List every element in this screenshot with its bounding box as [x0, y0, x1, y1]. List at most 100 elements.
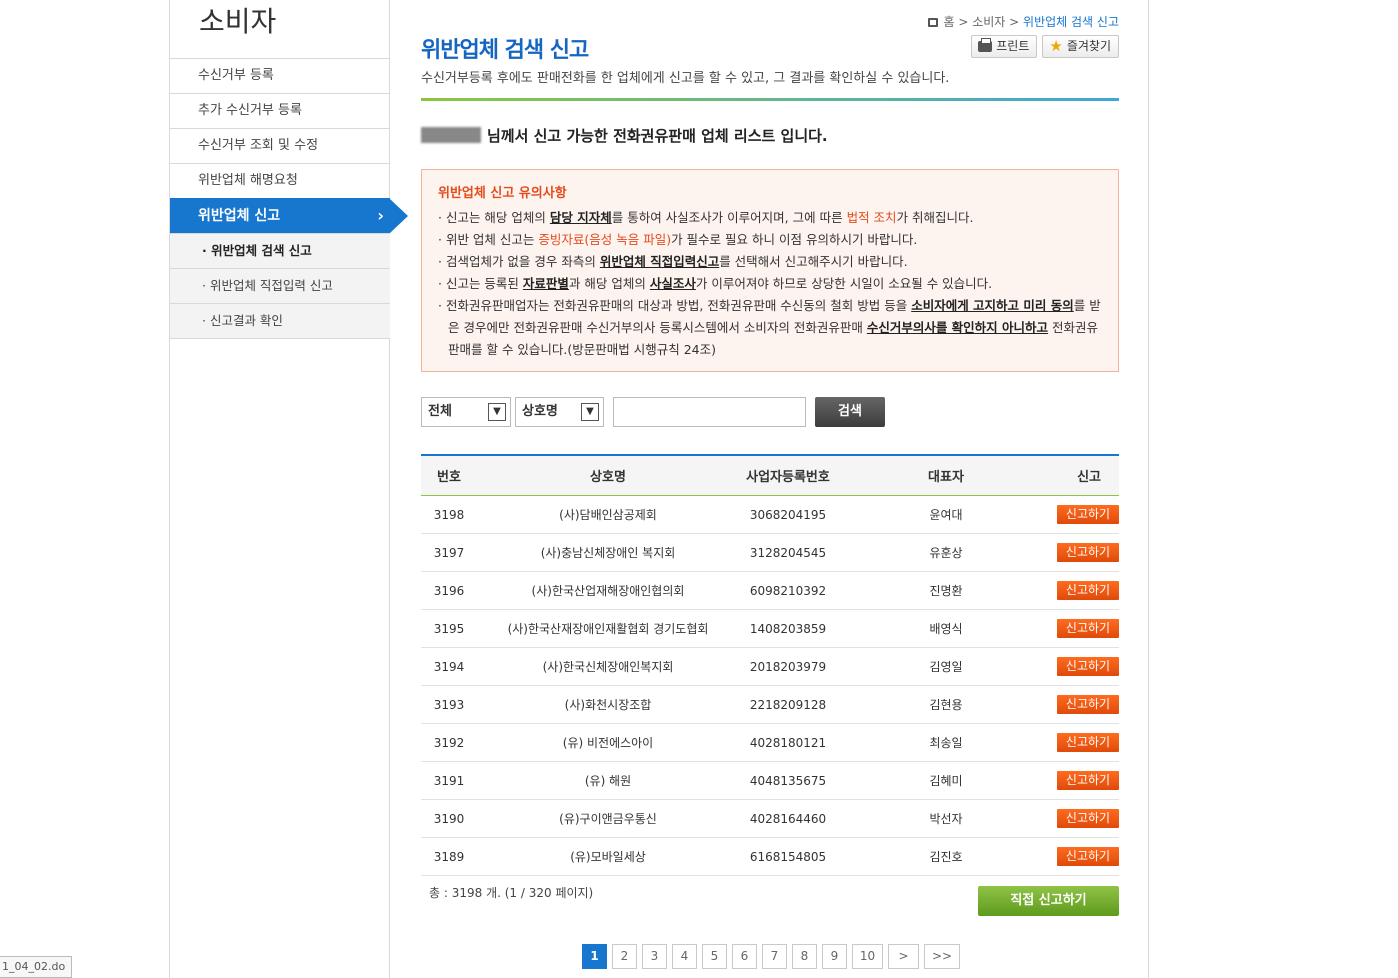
col-header-no: 번호: [437, 470, 461, 485]
report-button[interactable]: 신고하기: [1057, 543, 1119, 562]
page: 소비자 수신거부 등록 추가 수신거부 등록 수신거부 조회 및 수정 위반업체…: [0, 0, 1398, 978]
next-page-button[interactable]: >: [888, 944, 919, 969]
cell-no: 3197: [433, 545, 465, 560]
cell-name: (사)충남신체장애인 복지회: [540, 546, 676, 560]
page-link-10[interactable]: 10: [852, 944, 883, 969]
cell-action: 신고하기: [1055, 809, 1119, 828]
page-link-5[interactable]: 5: [702, 944, 727, 969]
page-link-4[interactable]: 4: [672, 944, 697, 969]
sidebar-sub-search-report[interactable]: · 위반업체 검색 신고: [170, 233, 390, 268]
cell-no: 3191: [433, 773, 465, 788]
report-button[interactable]: 신고하기: [1057, 847, 1119, 866]
last-page-button[interactable]: >>: [924, 944, 960, 969]
table-row: 3198 (사)담배인삼공제회 3068204195 윤여대 신고하기: [421, 496, 1119, 534]
page-link-9[interactable]: 9: [822, 944, 847, 969]
bookmark-label: 즐겨찾기: [1066, 39, 1111, 53]
page-link-1[interactable]: 1: [582, 944, 607, 969]
report-button[interactable]: 신고하기: [1057, 695, 1119, 714]
table-row: 3189 (유)모바일세상 6168154805 김진호 신고하기: [421, 838, 1119, 876]
cell-biz-no: 2018203979: [749, 659, 827, 674]
page-link-7[interactable]: 7: [762, 944, 787, 969]
table-row: 3193 (사)화천시장조합 2218209128 김현용 신고하기: [421, 686, 1119, 724]
caution-item: · 검색업체가 없을 경우 좌측의 위반업체 직접입력신고를 선택해서 신고해주…: [438, 254, 908, 269]
printer-icon: [978, 38, 993, 52]
cell-action: 신고하기: [1055, 771, 1119, 790]
direct-report-button[interactable]: 직접 신고하기: [978, 886, 1119, 916]
sidebar: 소비자 수신거부 등록 추가 수신거부 등록 수신거부 조회 및 수정 위반업체…: [170, 0, 408, 978]
table-row: 3197 (사)충남신체장애인 복지회 3128204545 유훈상 신고하기: [421, 534, 1119, 572]
cell-rep: 김혜미: [929, 774, 963, 788]
cell-no: 3192: [433, 735, 465, 750]
sidebar-item-explanation-request[interactable]: 위반업체 해명요청: [170, 163, 390, 198]
report-button[interactable]: 신고하기: [1057, 505, 1119, 524]
cell-biz-no: 6168154805: [749, 849, 827, 864]
divider: [170, 338, 390, 339]
scope-select[interactable]: 전체 ▼: [421, 397, 511, 427]
breadcrumb-home[interactable]: 홈: [943, 15, 954, 29]
report-button[interactable]: 신고하기: [1057, 657, 1119, 676]
home-icon[interactable]: [927, 18, 938, 27]
chevron-right-icon: ›: [377, 206, 384, 225]
cell-rep: 진명환: [929, 584, 963, 598]
page-link-3[interactable]: 3: [642, 944, 667, 969]
user-notice-text: 님께서 신고 가능한 전화권유판매 업체 리스트 입니다.: [487, 127, 828, 145]
cell-rep: 박선자: [929, 812, 963, 826]
search-input[interactable]: [613, 397, 806, 427]
cell-rep: 최송일: [929, 736, 963, 750]
scope-select-value: 전체: [428, 404, 452, 419]
field-select[interactable]: 상호명 ▼: [515, 397, 604, 427]
field-select-value: 상호명: [522, 404, 558, 419]
cell-name: (유)구이앤금우통신: [559, 812, 657, 826]
breadcrumb-level1[interactable]: 소비자: [972, 15, 1005, 29]
pagination: 1 2 3 4 5 6 7 8 9 10 > >>: [582, 944, 960, 969]
sidebar-item-refusal-register[interactable]: 수신거부 등록: [170, 58, 390, 93]
cell-action: 신고하기: [1055, 581, 1119, 600]
cell-name: (유) 해원: [584, 774, 632, 788]
cell-no: 3194: [433, 659, 465, 674]
cell-no: 3195: [433, 621, 465, 636]
bookmark-button[interactable]: ★ 즐겨찾기: [1042, 35, 1119, 58]
chevron-down-icon: ▼: [581, 403, 599, 421]
print-label: 프린트: [996, 39, 1030, 53]
table-row: 3191 (유) 해원 4048135675 김혜미 신고하기: [421, 762, 1119, 800]
cell-name: (사)화천시장조합: [564, 698, 652, 712]
cell-action: 신고하기: [1055, 847, 1119, 866]
sidebar-item-violation-report[interactable]: 위반업체 신고 ›: [170, 198, 408, 233]
caution-item: · 위반 업체 신고는 증빙자료(음성 녹음 파일)가 필수로 필요 하니 이점…: [438, 232, 918, 247]
sidebar-item-label: 위반업체 신고: [198, 208, 281, 224]
cell-biz-no: 3068204195: [749, 507, 827, 522]
cell-action: 신고하기: [1055, 505, 1119, 524]
page-link-6[interactable]: 6: [732, 944, 757, 969]
page-link-8[interactable]: 8: [792, 944, 817, 969]
search-button[interactable]: 검색: [815, 397, 885, 427]
redacted-username: [421, 127, 481, 143]
cell-rep: 배영식: [929, 622, 963, 636]
total-count: 총 : 3198 개. (1 / 320 페이지): [429, 886, 594, 900]
caution-item: · 전화권유판매업자는 전화권유판매의 대상과 방법, 전화권유판매 수신동의 …: [438, 298, 1101, 357]
col-header-rep: 대표자: [928, 470, 964, 485]
print-button[interactable]: 프린트: [971, 35, 1038, 58]
table-row: 3196 (사)한국산업재해장애인협의회 6098210392 진명환 신고하기: [421, 572, 1119, 610]
report-button[interactable]: 신고하기: [1057, 733, 1119, 752]
sidebar-sub-direct-report[interactable]: · 위반업체 직접입력 신고: [170, 268, 390, 303]
cell-biz-no: 1408203859: [749, 621, 827, 636]
user-notice: 님께서 신고 가능한 전화권유판매 업체 리스트 입니다.: [421, 125, 828, 146]
cell-no: 3193: [433, 697, 465, 712]
sidebar-sub-report-result[interactable]: · 신고결과 확인: [170, 303, 390, 338]
report-button[interactable]: 신고하기: [1057, 809, 1119, 828]
cell-name: (사)한국산업재해장애인협의회: [531, 584, 685, 598]
cell-rep: 김영일: [929, 660, 963, 674]
report-button[interactable]: 신고하기: [1057, 581, 1119, 600]
report-button[interactable]: 신고하기: [1057, 619, 1119, 638]
report-button[interactable]: 신고하기: [1057, 771, 1119, 790]
page-link-2[interactable]: 2: [612, 944, 637, 969]
cell-biz-no: 6098210392: [749, 583, 827, 598]
sidebar-item-additional-refusal[interactable]: 추가 수신거부 등록: [170, 93, 390, 128]
col-header-name: 상호명: [590, 470, 626, 485]
table-row: 3194 (사)한국신체장애인복지회 2018203979 김영일 신고하기: [421, 648, 1119, 686]
company-table: 번호 상호명 사업자등록번호 대표자 신고 3198 (사)담배인삼공제회 3068…: [421, 454, 1119, 876]
cell-biz-no: 2218209128: [749, 697, 827, 712]
cell-no: 3196: [433, 583, 465, 598]
sidebar-menu: 수신거부 등록 추가 수신거부 등록 수신거부 조회 및 수정 위반업체 해명요…: [170, 58, 408, 339]
sidebar-item-refusal-lookup[interactable]: 수신거부 조회 및 수정: [170, 128, 390, 163]
